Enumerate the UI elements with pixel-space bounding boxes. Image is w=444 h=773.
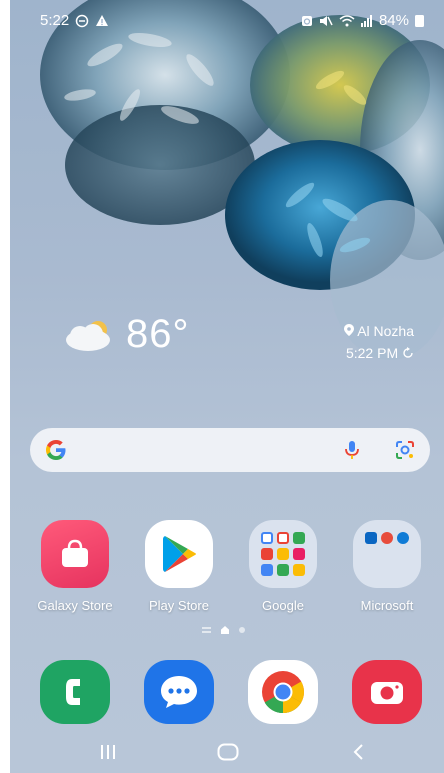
app-play-store[interactable]: Play Store bbox=[132, 520, 226, 613]
navigation-bar bbox=[10, 730, 444, 773]
drive-mini-icon bbox=[277, 548, 289, 560]
office-mini-icon bbox=[381, 532, 393, 544]
location-name: Al Nozha bbox=[357, 323, 414, 339]
phone-icon[interactable] bbox=[40, 660, 110, 724]
microphone-icon[interactable] bbox=[342, 439, 362, 461]
duo-mini-icon bbox=[277, 564, 289, 576]
app-label: Microsoft bbox=[360, 598, 414, 613]
location-line: Al Nozha bbox=[344, 320, 414, 342]
back-icon[interactable] bbox=[338, 738, 378, 766]
linkedin-mini-icon bbox=[365, 532, 377, 544]
update-line: 5:22 PM bbox=[344, 342, 414, 364]
refresh-icon[interactable] bbox=[402, 347, 414, 359]
meet-mini-icon bbox=[261, 564, 273, 576]
home-screen: 5:22 84% 86° Al Nozha 5:22 PM Galaxy Sto… bbox=[10, 0, 444, 773]
camera-icon[interactable] bbox=[352, 660, 422, 724]
weather-widget[interactable]: 86° bbox=[62, 312, 190, 357]
home-page-dot bbox=[221, 626, 229, 634]
battery-icon bbox=[415, 14, 424, 27]
page-handle-icon bbox=[202, 627, 211, 633]
page-indicator[interactable] bbox=[202, 626, 245, 634]
google-logo-icon[interactable] bbox=[44, 438, 68, 462]
app-label: Google bbox=[262, 598, 304, 613]
weather-location[interactable]: Al Nozha 5:22 PM bbox=[344, 320, 414, 364]
photos-mini-icon bbox=[293, 564, 305, 576]
temperature: 86° bbox=[126, 312, 190, 356]
play-store-icon[interactable] bbox=[145, 520, 213, 588]
chrome-icon[interactable] bbox=[248, 660, 318, 724]
location-pin-icon bbox=[344, 324, 355, 336]
lens-icon[interactable] bbox=[394, 439, 416, 461]
app-label: Play Store bbox=[149, 598, 209, 613]
status-right: 84% bbox=[301, 12, 424, 29]
folder-preview bbox=[365, 532, 409, 544]
do-not-disturb-icon bbox=[75, 14, 89, 27]
maps-mini-icon bbox=[293, 532, 305, 544]
alarm-icon bbox=[301, 15, 312, 26]
page-dot bbox=[239, 627, 245, 633]
onedrive-mini-icon bbox=[397, 532, 409, 544]
status-bar: 5:22 84% bbox=[10, 0, 444, 40]
app-folder-google[interactable]: Google bbox=[236, 520, 330, 613]
battery-percent: 84% bbox=[378, 12, 409, 29]
update-time: 5:22 PM bbox=[345, 345, 399, 361]
folder-preview bbox=[261, 532, 305, 576]
messages-icon[interactable] bbox=[144, 660, 214, 724]
recents-icon[interactable] bbox=[88, 738, 128, 766]
youtube-mini-icon bbox=[261, 548, 273, 560]
status-time: 5:22 bbox=[40, 12, 70, 29]
app-galaxy-store[interactable]: Galaxy Store bbox=[28, 520, 122, 613]
wifi-icon bbox=[339, 14, 355, 26]
status-left: 5:22 bbox=[40, 12, 109, 29]
warning-icon bbox=[96, 14, 109, 26]
folder-icon[interactable] bbox=[353, 520, 421, 588]
gmail-mini-icon bbox=[277, 532, 289, 544]
google-mini-icon bbox=[261, 532, 273, 544]
partly-cloudy-icon bbox=[66, 320, 110, 351]
google-search-bar[interactable] bbox=[30, 428, 430, 472]
folder-icon[interactable] bbox=[249, 520, 317, 588]
galaxy-store-icon[interactable] bbox=[41, 520, 109, 588]
signal-icon bbox=[360, 14, 372, 27]
home-icon[interactable] bbox=[208, 738, 248, 766]
mute-icon bbox=[319, 15, 333, 26]
music-mini-icon bbox=[293, 548, 305, 560]
app-label: Galaxy Store bbox=[37, 598, 113, 613]
app-folder-microsoft[interactable]: Microsoft bbox=[340, 520, 434, 613]
